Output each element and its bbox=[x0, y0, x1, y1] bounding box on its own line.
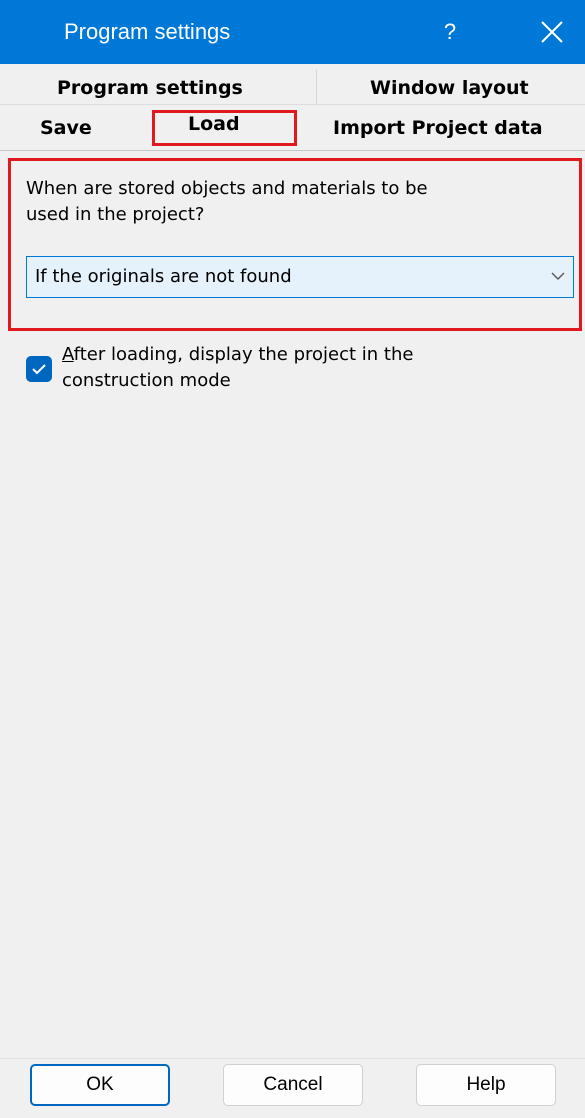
ok-button[interactable]: OK bbox=[30, 1064, 170, 1106]
help-button[interactable]: Help bbox=[416, 1064, 556, 1106]
tab-window-layout[interactable]: Window layout bbox=[370, 77, 529, 99]
checkmark-icon bbox=[32, 364, 46, 375]
stored-objects-question: When are stored objects and materials to… bbox=[26, 176, 546, 228]
tab-load[interactable]: Load bbox=[188, 113, 240, 135]
tab-program-settings[interactable]: Program settings bbox=[57, 77, 243, 99]
construction-mode-checkbox-row[interactable]: After loading, display the project in th… bbox=[26, 340, 576, 400]
dropdown-value: If the originals are not found bbox=[35, 266, 292, 287]
help-title-button[interactable]: ? bbox=[430, 0, 470, 64]
question-line-1: When are stored objects and materials to… bbox=[26, 178, 428, 199]
program-settings-dialog: Program settings ? Program settings Wind… bbox=[0, 0, 585, 1118]
tab-divider bbox=[316, 70, 317, 104]
tab-save[interactable]: Save bbox=[40, 117, 92, 139]
window-title: Program settings bbox=[64, 19, 231, 44]
tab-import-project-data[interactable]: Import Project data bbox=[333, 117, 543, 139]
footer-separator bbox=[0, 1058, 585, 1059]
stored-objects-dropdown[interactable]: If the originals are not found bbox=[26, 256, 574, 298]
close-icon bbox=[541, 21, 563, 43]
cancel-button[interactable]: Cancel bbox=[223, 1064, 363, 1106]
title-bar: Program settings ? bbox=[0, 0, 585, 64]
chevron-down-icon bbox=[551, 272, 565, 280]
construction-mode-checkbox[interactable] bbox=[26, 356, 52, 382]
label-line-2: construction mode bbox=[62, 370, 231, 391]
construction-mode-label: After loading, display the project in th… bbox=[62, 342, 562, 394]
tab-row-separator bbox=[0, 104, 585, 105]
close-button[interactable] bbox=[530, 0, 574, 64]
access-key-letter: A bbox=[62, 344, 74, 365]
question-line-2: used in the project? bbox=[26, 204, 205, 225]
label-line-1: fter loading, display the project in the bbox=[73, 344, 414, 365]
